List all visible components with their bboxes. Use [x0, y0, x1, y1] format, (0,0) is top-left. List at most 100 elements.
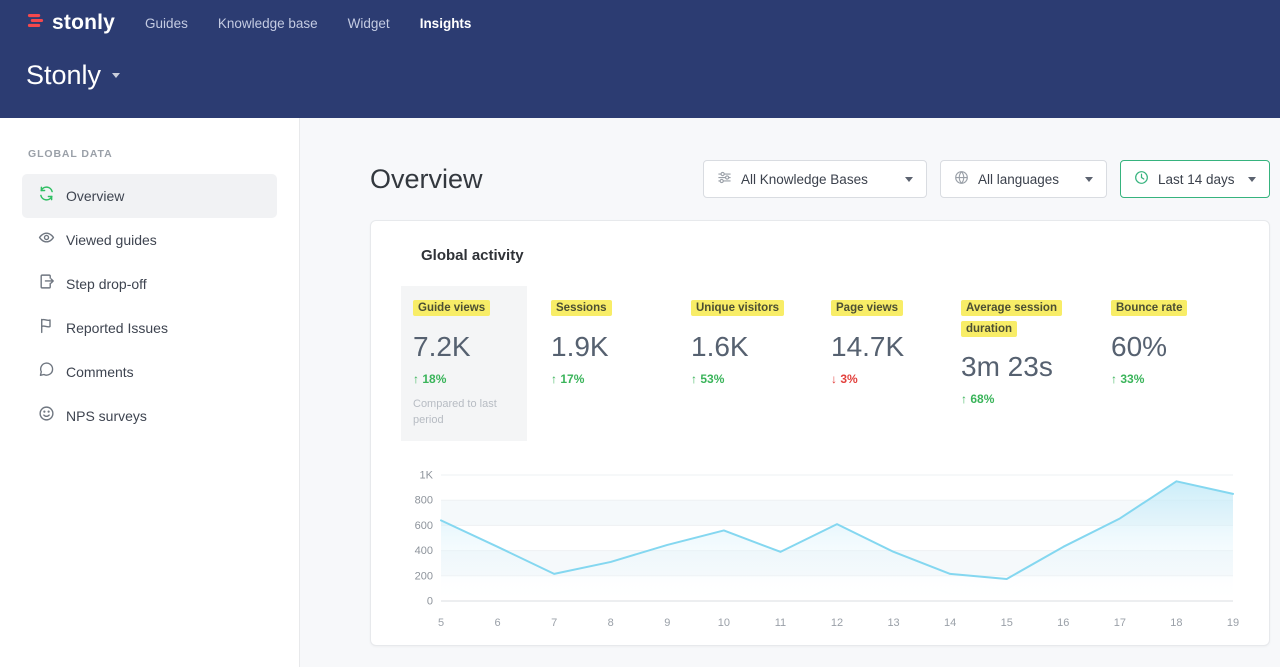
global-activity-chart: 0 200 400 600 800 1K 5 6 7 8 9 10 11 12 13 14 15 16 17 18 19: [401, 463, 1241, 635]
chevron-down-icon: [112, 73, 120, 78]
sidebar-item-reported-issues[interactable]: Reported Issues: [22, 306, 277, 350]
metric-delta: ↑ 53%: [691, 372, 831, 386]
x-tick-label: 6: [495, 617, 501, 629]
arrow-up-icon: ↑: [551, 372, 557, 386]
stonly-logo-icon: [26, 11, 45, 36]
sidebar-item-step-drop-off[interactable]: Step drop-off: [22, 262, 277, 306]
sidebar-item-label: Overview: [66, 188, 124, 204]
app-header: stonly Guides Knowledge base Widget Insi…: [0, 0, 1280, 118]
stonly-logo[interactable]: stonly: [26, 11, 115, 36]
metric-label: Sessions: [551, 300, 612, 316]
sidebar-item-viewed-guides[interactable]: Viewed guides: [22, 218, 277, 262]
metric-label: Page views: [831, 300, 903, 316]
language-filter-dropdown[interactable]: All languages: [940, 160, 1107, 198]
y-tick-label: 1K: [420, 469, 434, 481]
y-tick-label: 800: [415, 494, 433, 506]
x-tick-label: 12: [831, 617, 843, 629]
metric-delta: ↑ 68%: [961, 392, 1111, 406]
eye-icon: [38, 229, 55, 251]
globe-icon: [954, 170, 969, 188]
arrow-up-icon: ↑: [961, 392, 967, 406]
metric-label: Bounce rate: [1111, 300, 1187, 316]
filter-bar: All Knowledge Bases All languages: [703, 160, 1270, 198]
metrics-row: Guide views 7.2K ↑ 18% Compared to last …: [401, 286, 1239, 441]
logo-text: stonly: [52, 11, 115, 35]
sidebar-item-label: Reported Issues: [66, 320, 168, 336]
nav-widget[interactable]: Widget: [348, 16, 390, 31]
metric-value: 1.6K: [691, 331, 831, 363]
metric-delta: ↓ 3%: [831, 372, 961, 386]
sidebar-item-comments[interactable]: Comments: [22, 350, 277, 394]
filter-label: Last 14 days: [1158, 172, 1235, 187]
x-tick-label: 17: [1114, 617, 1126, 629]
sidebar-item-nps-surveys[interactable]: NPS surveys: [22, 394, 277, 438]
sidebar-item-label: Step drop-off: [66, 276, 147, 292]
metric-delta: ↑ 18%: [413, 372, 515, 386]
sidebar-section-label: GLOBAL DATA: [28, 148, 277, 160]
workspace-switcher[interactable]: Stonly: [26, 60, 1254, 91]
metric-bounce-rate[interactable]: Bounce rate 60% ↑ 33%: [1111, 286, 1239, 398]
workspace-title: Stonly: [26, 60, 101, 91]
card-title: Global activity: [421, 247, 1239, 264]
x-tick-label: 18: [1170, 617, 1182, 629]
metric-value: 14.7K: [831, 331, 961, 363]
x-tick-label: 8: [608, 617, 614, 629]
x-tick-label: 10: [718, 617, 730, 629]
sidebar-item-label: Viewed guides: [66, 232, 157, 248]
metric-label: Unique visitors: [691, 300, 784, 316]
clock-icon: [1134, 170, 1149, 188]
arrow-down-icon: ↓: [831, 372, 837, 386]
metric-note: Compared to last period: [413, 396, 509, 429]
chevron-down-icon: [1085, 177, 1093, 182]
area-fill: [441, 481, 1233, 601]
arrow-up-icon: ↑: [1111, 372, 1117, 386]
sidebar-item-overview[interactable]: Overview: [22, 174, 277, 218]
y-tick-label: 400: [415, 545, 433, 557]
sliders-icon: [717, 170, 732, 188]
x-tick-label: 14: [944, 617, 956, 629]
filter-label: All Knowledge Bases: [741, 172, 868, 187]
metric-value: 60%: [1111, 331, 1239, 363]
overview-icon: [38, 185, 55, 207]
y-tick-label: 200: [415, 570, 433, 582]
metric-delta: ↑ 17%: [551, 372, 691, 386]
x-tick-label: 5: [438, 617, 444, 629]
metric-value: 7.2K: [413, 331, 515, 363]
metric-value: 1.9K: [551, 331, 691, 363]
knowledge-base-filter-dropdown[interactable]: All Knowledge Bases: [703, 160, 927, 198]
metric-page-views[interactable]: Page views 14.7K ↓ 3%: [831, 286, 961, 398]
metric-unique-visitors[interactable]: Unique visitors 1.6K ↑ 53%: [691, 286, 831, 398]
x-tick-label: 11: [775, 617, 786, 629]
sidebar-item-label: Comments: [66, 364, 134, 380]
nav-guides[interactable]: Guides: [145, 16, 188, 31]
metric-label: Average session duration: [961, 300, 1062, 337]
metric-sessions[interactable]: Sessions 1.9K ↑ 17%: [551, 286, 691, 398]
flag-icon: [38, 317, 55, 339]
metric-average-session-duration[interactable]: Average session duration 3m 23s ↑ 68%: [961, 286, 1111, 418]
sidebar: GLOBAL DATA Overview Viewed guides: [0, 118, 300, 667]
main-content: Overview All Knowledge Bases: [300, 118, 1280, 667]
x-tick-label: 19: [1227, 617, 1239, 629]
smiley-icon: [38, 405, 55, 427]
chevron-down-icon: [1248, 177, 1256, 182]
metric-value: 3m 23s: [961, 351, 1111, 383]
x-tick-label: 15: [1001, 617, 1013, 629]
metric-guide-views[interactable]: Guide views 7.2K ↑ 18% Compared to last …: [401, 286, 527, 441]
x-tick-label: 7: [551, 617, 557, 629]
step-dropoff-icon: [38, 273, 55, 295]
page-title: Overview: [370, 164, 483, 195]
nav-knowledge-base[interactable]: Knowledge base: [218, 16, 318, 31]
sidebar-item-label: NPS surveys: [66, 408, 147, 424]
x-tick-label: 16: [1057, 617, 1069, 629]
y-tick-label: 0: [427, 595, 433, 607]
date-range-dropdown[interactable]: Last 14 days: [1120, 160, 1270, 198]
x-tick-label: 9: [664, 617, 670, 629]
nav-insights[interactable]: Insights: [420, 16, 472, 31]
top-navigation: Guides Knowledge base Widget Insights: [145, 16, 471, 31]
y-tick-label: 600: [415, 519, 433, 531]
arrow-up-icon: ↑: [691, 372, 697, 386]
x-tick-label: 13: [887, 617, 899, 629]
metric-label: Guide views: [413, 300, 490, 316]
chevron-down-icon: [905, 177, 913, 182]
filter-label: All languages: [978, 172, 1059, 187]
